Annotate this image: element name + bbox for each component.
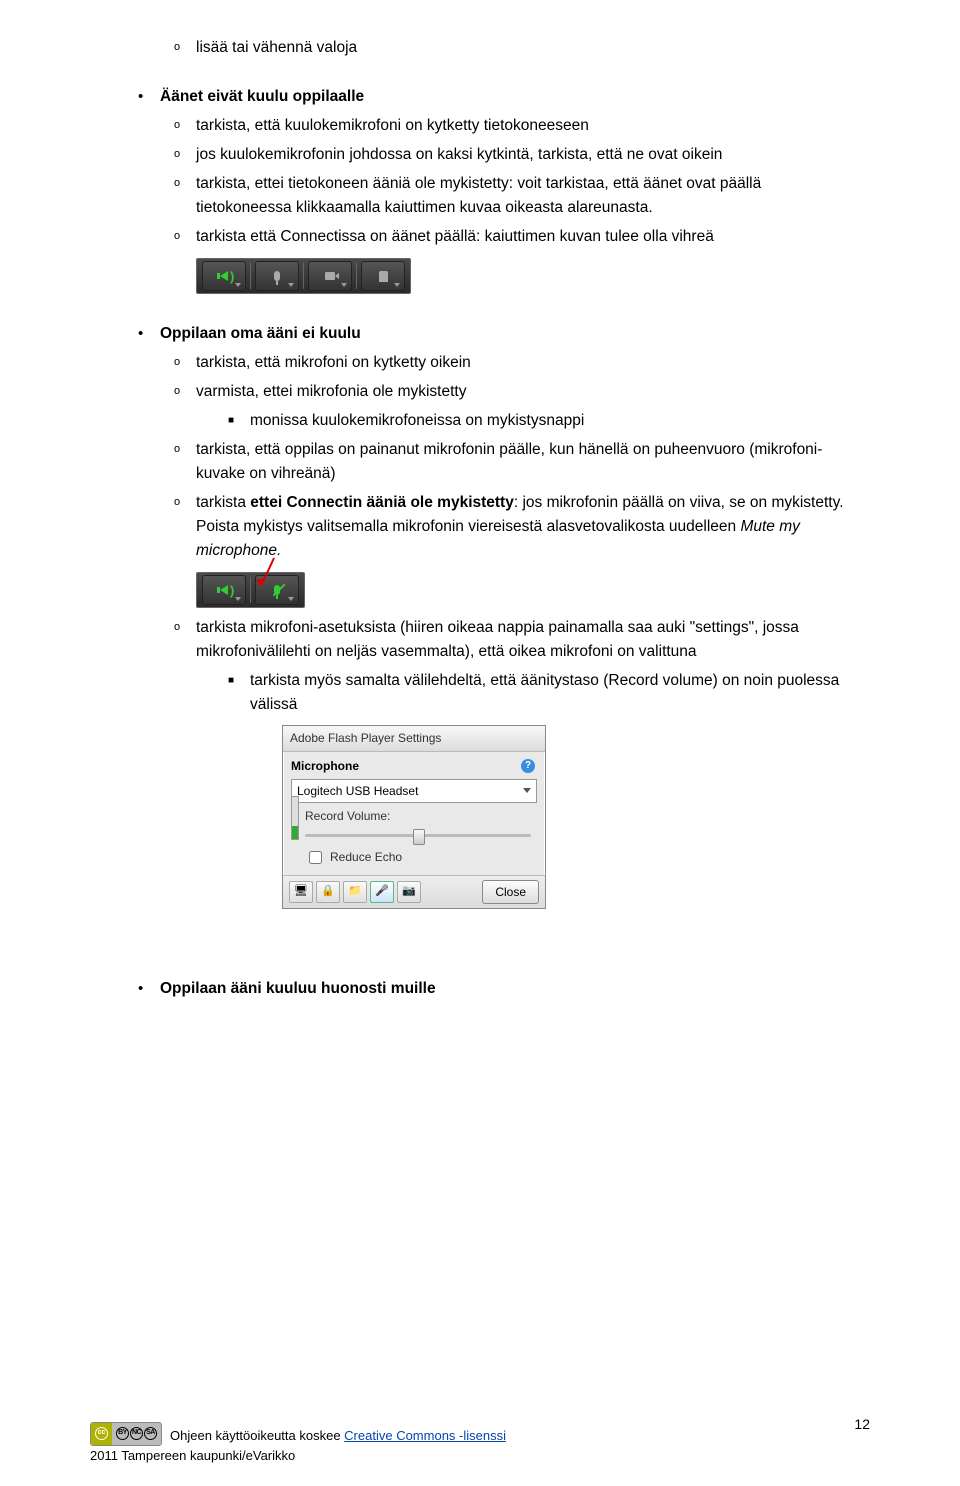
separator (303, 263, 304, 289)
dialog-tabs: 🖥 🔒 📁 🎤 📷 Close (283, 875, 545, 909)
close-button[interactable]: Close (482, 880, 539, 905)
footer-text: Ohjeen käyttöoikeutta koskee (170, 1428, 344, 1443)
separator (250, 263, 251, 289)
cc-license-badge: cc BYNCSA (90, 1422, 162, 1446)
mic-icon (274, 271, 280, 281)
text: jos kuulokemikrofonin johdossa on kaksi … (196, 143, 860, 167)
chevron-down-icon (235, 597, 241, 601)
list-item: o tarkista, että kuulokemikrofoni on kyt… (174, 114, 860, 138)
device-select[interactable]: Logitech USB Headset (291, 779, 537, 804)
heading: Oppilaan oma ääni ei kuulu (160, 322, 860, 346)
tab-privacy-icon[interactable]: 🔒 (316, 881, 340, 903)
mic-button[interactable] (255, 261, 299, 291)
section-head: • Oppilaan oma ääni ei kuulu (138, 322, 860, 346)
bullet-circle-icon: o (174, 143, 196, 166)
bullet-square-icon: ■ (228, 409, 250, 432)
reduce-echo-checkbox[interactable] (309, 851, 322, 864)
chevron-down-icon (523, 788, 531, 793)
text: tarkista, ettei tietokoneen ääniä ole my… (196, 172, 860, 220)
footer: 12 cc BYNCSA Ohjeen käyttöoikeutta koske… (90, 1422, 870, 1466)
record-volume-slider[interactable] (305, 828, 531, 842)
camera-button[interactable] (308, 261, 352, 291)
connect-toolbar (196, 572, 305, 608)
help-icon[interactable]: ? (521, 759, 535, 773)
text: tarkista, että kuulokemikrofoni on kytke… (196, 114, 860, 138)
text: tarkista että Connectissa on äänet pääll… (196, 225, 860, 249)
section-label: Microphone (291, 757, 359, 776)
tab-camera-icon[interactable]: 📷 (397, 881, 421, 903)
list-item: o varmista, ettei mikrofonia ole mykiste… (174, 380, 860, 404)
text: varmista, ettei mikrofonia ole mykistett… (196, 380, 860, 404)
bullet-disc-icon: • (138, 977, 160, 1000)
chevron-down-icon (288, 283, 294, 287)
bullet-square-icon: ■ (228, 669, 250, 692)
hand-icon (379, 271, 388, 282)
separator (250, 577, 251, 603)
list-item: ■ tarkista myös samalta välilehdeltä, et… (228, 669, 860, 717)
heading: Oppilaan ääni kuuluu huonosti muille (160, 977, 860, 1001)
raise-hand-button[interactable] (361, 261, 405, 291)
license-link[interactable]: Creative Commons -lisenssi (344, 1428, 506, 1443)
list-item: ■ monissa kuulokemikrofoneissa on mykist… (228, 409, 860, 433)
dialog-title: Adobe Flash Player Settings (283, 726, 545, 752)
list-item: o jos kuulokemikrofonin johdossa on kaks… (174, 143, 860, 167)
page-container: o lisää tai vähennä valoja • Äänet eivät… (0, 0, 960, 1486)
label: Reduce Echo (330, 848, 402, 867)
mic-muted-button[interactable] (255, 575, 299, 605)
list-item: o tarkista mikrofoni-asetuksista (hiiren… (174, 616, 860, 664)
bullet-circle-icon: o (174, 491, 196, 514)
t: tarkista (196, 494, 250, 511)
list-item: o tarkista, että mikrofoni on kytketty o… (174, 351, 860, 375)
mic-muted-icon (274, 585, 280, 595)
section-head: • Oppilaan ääni kuuluu huonosti muille (138, 977, 860, 1001)
bullet-circle-icon: o (174, 114, 196, 137)
bullet-circle-icon: o (174, 380, 196, 403)
chevron-down-icon (394, 283, 400, 287)
connect-toolbar (196, 258, 411, 294)
bullet-circle-icon: o (174, 36, 196, 59)
slider-thumb[interactable] (413, 829, 425, 845)
speaker-button[interactable] (202, 575, 246, 605)
list-item: o tarkista että Connectissa on äänet pää… (174, 225, 860, 249)
bullet-circle-icon: o (174, 616, 196, 639)
volume-meter-fill (292, 826, 298, 839)
speaker-icon (220, 271, 228, 281)
list-item: o lisää tai vähennä valoja (174, 36, 860, 60)
selected-value: Logitech USB Headset (297, 782, 418, 801)
text: tarkista ettei Connectin ääniä ole mykis… (196, 491, 860, 563)
label: Record Volume: (305, 807, 537, 826)
bullet-disc-icon: • (138, 322, 160, 345)
bullet-circle-icon: o (174, 172, 196, 195)
text: tarkista, että mikrofoni on kytketty oik… (196, 351, 860, 375)
chevron-down-icon (341, 283, 347, 287)
bullet-circle-icon: o (174, 351, 196, 374)
bullet-disc-icon: • (138, 85, 160, 108)
bullet-circle-icon: o (174, 438, 196, 461)
heading: Äänet eivät kuulu oppilaalle (160, 85, 860, 109)
flash-settings-dialog: Adobe Flash Player Settings Microphone ?… (282, 725, 546, 909)
page-number: 12 (854, 1414, 870, 1436)
list-item: o tarkista ettei Connectin ääniä ole myk… (174, 491, 860, 563)
tab-display-icon[interactable]: 🖥 (289, 881, 313, 903)
text: tarkista, että oppilas on painanut mikro… (196, 438, 860, 486)
t-bold: ettei Connectin ääniä ole mykistetty (250, 494, 514, 511)
camera-icon (325, 272, 335, 280)
chevron-down-icon (288, 597, 294, 601)
list-item: o tarkista, ettei tietokoneen ääniä ole … (174, 172, 860, 220)
speaker-icon (220, 585, 228, 595)
footer-text: 2011 Tampereen kaupunki/eVarikko (90, 1446, 870, 1466)
section-head: • Äänet eivät kuulu oppilaalle (138, 85, 860, 109)
text: tarkista mikrofoni-asetuksista (hiiren o… (196, 616, 860, 664)
tab-storage-icon[interactable]: 📁 (343, 881, 367, 903)
tab-microphone-icon[interactable]: 🎤 (370, 881, 394, 903)
volume-meter (291, 796, 299, 840)
text: monissa kuulokemikrofoneissa on mykistys… (250, 409, 860, 433)
separator (356, 263, 357, 289)
text: lisää tai vähennä valoja (196, 36, 860, 60)
speaker-button[interactable] (202, 261, 246, 291)
text: tarkista myös samalta välilehdeltä, että… (250, 669, 860, 717)
chevron-down-icon (235, 283, 241, 287)
list-item: o tarkista, että oppilas on painanut mik… (174, 438, 860, 486)
bullet-circle-icon: o (174, 225, 196, 248)
